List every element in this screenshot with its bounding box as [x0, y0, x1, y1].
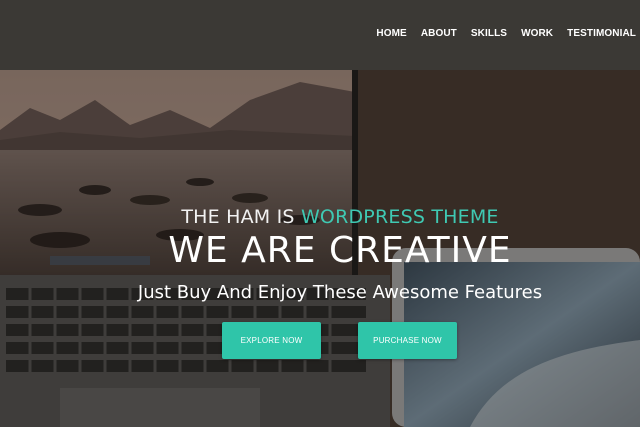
hero-heading: WE ARE CREATIVE — [168, 230, 512, 271]
purchase-now-button[interactable]: PURCHASE NOW — [358, 322, 457, 359]
nav-work[interactable]: WORK — [521, 28, 553, 39]
main-nav: HOME ABOUT SKILLS WORK TESTIMONIAL — [362, 28, 636, 39]
hero-tagline-prefix: THE HAM IS — [181, 206, 295, 228]
explore-now-button[interactable]: EXPLORE NOW — [222, 322, 321, 359]
nav-home[interactable]: HOME — [376, 28, 406, 39]
nav-skills[interactable]: SKILLS — [471, 28, 507, 39]
hero-content: THE HAM IS WORDPRESS THEME WE ARE CREATI… — [0, 70, 640, 427]
nav-about[interactable]: ABOUT — [421, 28, 457, 39]
hero-tagline: THE HAM IS WORDPRESS THEME — [0, 206, 640, 228]
nav-testimonial[interactable]: TESTIMONIAL — [567, 28, 636, 39]
top-navbar: HOME ABOUT SKILLS WORK TESTIMONIAL — [0, 0, 640, 70]
hero-tagline-highlight: WORDPRESS THEME — [300, 206, 499, 228]
hero-subheading: Just Buy And Enjoy These Awesome Feature… — [137, 282, 543, 303]
